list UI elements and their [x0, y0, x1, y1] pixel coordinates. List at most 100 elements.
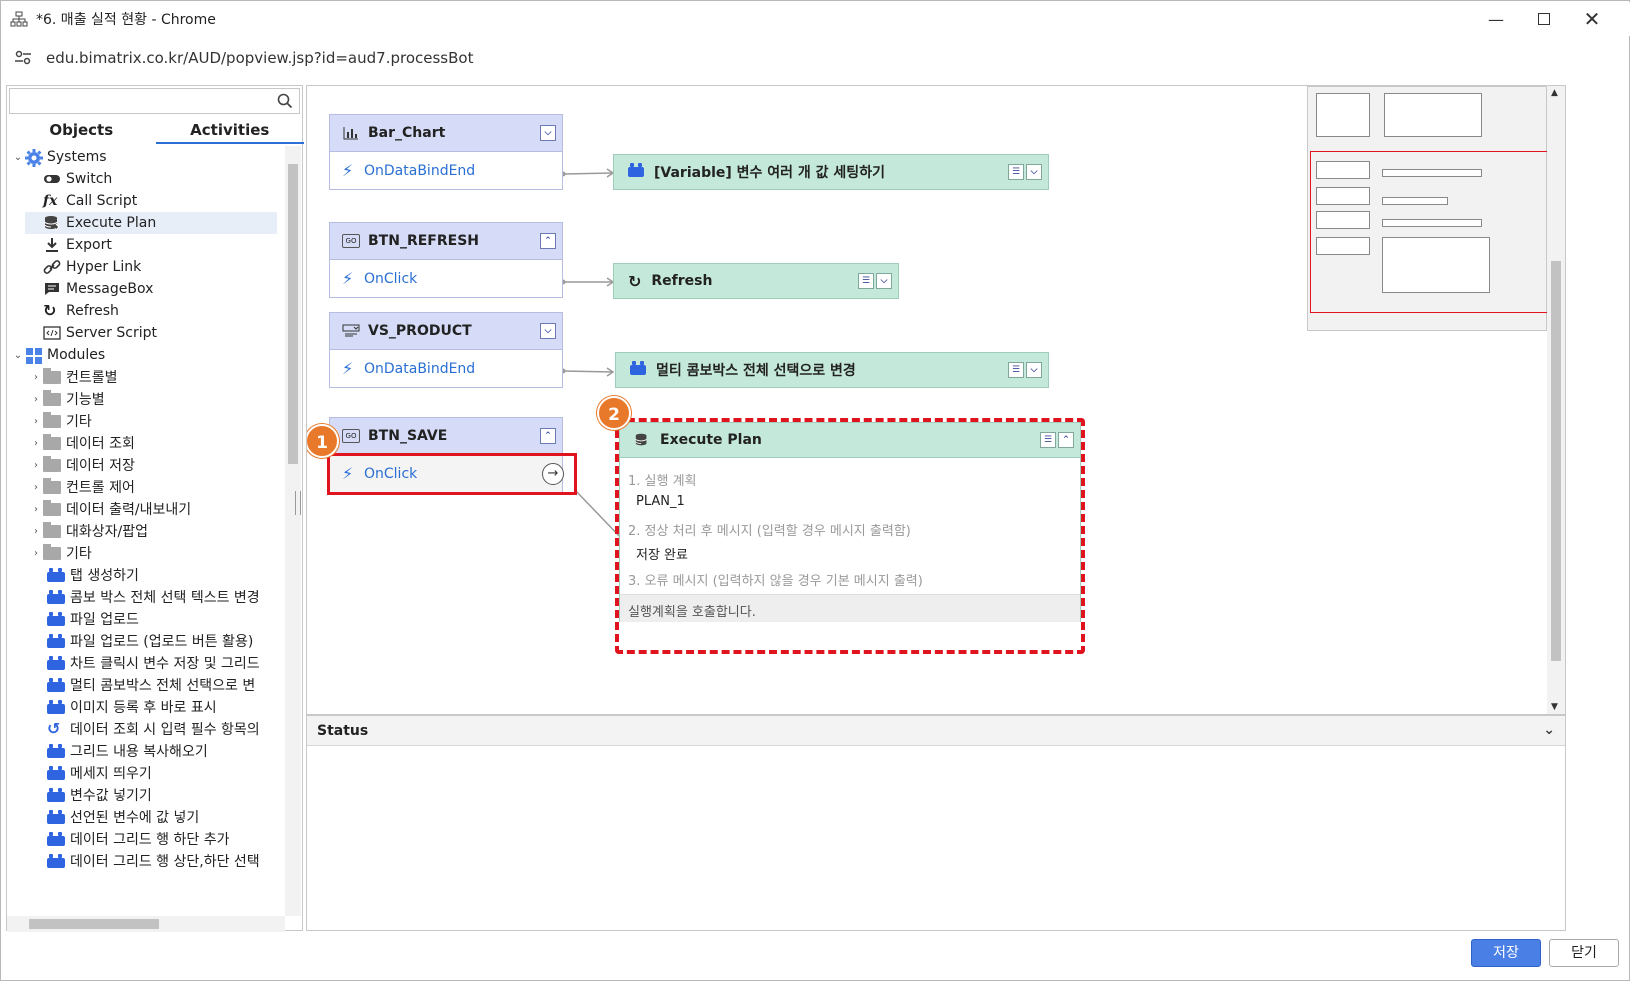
tree-label: Server Script	[66, 325, 157, 341]
tree-module[interactable]: 선언된 변수에 값 넣기	[47, 806, 199, 828]
tree-module[interactable]: 파일 업로드 (업로드 버튼 활용)	[47, 630, 253, 652]
tab-activities[interactable]: Activities	[155, 118, 304, 144]
tree-folder[interactable]: › 데이터 저장	[29, 454, 135, 476]
tree-module[interactable]: 탭 생성하기	[47, 564, 139, 586]
collapse-button[interactable]: ⌵	[540, 125, 556, 141]
tree-item-messagebox[interactable]: MessageBox	[43, 278, 153, 300]
tree-item-refresh[interactable]: ↻ Refresh	[43, 300, 119, 322]
action-node-variable[interactable]: [Variable] 변수 여러 개 값 세팅하기 ☰ ⌵	[613, 154, 1049, 190]
scroll-down-icon[interactable]: ▼	[1551, 702, 1558, 712]
tree-item-call-script[interactable]: fx Call Script	[43, 190, 137, 212]
list-icon[interactable]: ☰	[1008, 362, 1024, 378]
tree-folder[interactable]: › 기능별	[29, 388, 105, 410]
chevron-right-icon[interactable]: ›	[29, 460, 43, 471]
chevron-down-icon: ⌵	[544, 128, 552, 138]
chevron-right-icon[interactable]: ›	[29, 504, 43, 515]
tree-label: 컨트롤별	[66, 370, 118, 386]
event-row[interactable]: ⚡︎ OnDataBindEnd	[329, 152, 563, 190]
tree-module[interactable]: 콤보 박스 전체 선택 텍스트 변경	[47, 586, 260, 608]
control-node-btn-refresh[interactable]: GO BTN_REFRESH ⌃	[329, 222, 563, 260]
tree-module[interactable]: 데이터 그리드 행 하단 추가	[47, 828, 229, 850]
chevron-right-icon[interactable]: ›	[29, 394, 43, 405]
tree-horizontal-scrollbar[interactable]	[7, 916, 285, 932]
minimap[interactable]	[1307, 86, 1548, 331]
url-text[interactable]: edu.bimatrix.co.kr/AUD/popview.jsp?id=au…	[46, 49, 473, 67]
list-icon[interactable]: ☰	[1008, 164, 1024, 180]
chevron-down-icon[interactable]: ⌄	[1543, 722, 1555, 738]
code-icon	[43, 325, 61, 341]
tree-item-hyper-link[interactable]: Hyper Link	[43, 256, 141, 278]
search-icon[interactable]	[277, 93, 293, 109]
tree-item-server-script[interactable]: Server Script	[43, 322, 157, 344]
chevron-right-icon[interactable]: ›	[29, 416, 43, 427]
search-input[interactable]	[9, 88, 300, 114]
canvas-vertical-scrollbar[interactable]: ▲ ▼	[1547, 86, 1565, 714]
event-row[interactable]: ⚡︎ OnDataBindEnd	[329, 350, 563, 388]
chevron-down-icon: ⌵	[544, 326, 552, 336]
control-node-bar-chart[interactable]: Bar_Chart ⌵	[329, 114, 563, 152]
tab-objects[interactable]: Objects	[7, 118, 156, 144]
collapse-button[interactable]: ⌃	[540, 233, 556, 249]
chevron-right-icon[interactable]: ›	[29, 526, 43, 537]
tree-folder[interactable]: › 데이터 조회	[29, 432, 135, 454]
chevron-down-icon[interactable]: ⌄	[11, 152, 25, 163]
status-header[interactable]: Status ⌄	[307, 716, 1565, 746]
tree-module[interactable]: 변수값 넣기기	[47, 784, 152, 806]
action-node-refresh[interactable]: ↻ Refresh ☰ ⌵	[613, 263, 899, 299]
tree-node-modules[interactable]: ⌄ Modules	[11, 344, 105, 366]
chevron-down-icon[interactable]: ⌄	[11, 350, 25, 361]
collapse-button[interactable]: ⌵	[540, 323, 556, 339]
address-bar[interactable]: edu.bimatrix.co.kr/AUD/popview.jsp?id=au…	[2, 39, 1630, 77]
chevron-down-icon[interactable]: ⌵	[1026, 362, 1042, 378]
tree-module[interactable]: 차트 클릭시 변수 저장 및 그리드	[47, 652, 260, 674]
tree-module[interactable]: 이미지 등록 후 바로 표시	[47, 696, 217, 718]
tree-folder[interactable]: › 기타	[29, 542, 92, 564]
list-icon[interactable]: ☰	[858, 273, 874, 289]
tree-item-execute-plan[interactable]: Execute Plan	[25, 212, 277, 234]
scroll-up-icon[interactable]: ▲	[1551, 88, 1558, 98]
scrollbar-thumb[interactable]	[288, 164, 298, 464]
window-title: *6. 매출 실적 현황 - Chrome	[36, 12, 216, 28]
site-settings-icon[interactable]	[14, 50, 32, 66]
minimize-button[interactable]: —	[1472, 2, 1520, 36]
tree-label: Export	[66, 237, 112, 253]
tree-vertical-scrollbar[interactable]	[285, 146, 301, 916]
tree-folder[interactable]: › 컨트롤 제어	[29, 476, 135, 498]
tree-item-switch[interactable]: Switch	[43, 168, 112, 190]
action-node-multi-combo[interactable]: 멀티 콤보박스 전체 선택으로 변경 ☰ ⌵	[615, 352, 1049, 388]
chevron-right-icon[interactable]: ›	[29, 548, 43, 559]
event-row[interactable]: ⚡︎ OnClick	[329, 260, 563, 298]
save-button[interactable]: 저장	[1471, 939, 1541, 967]
scrollbar-thumb[interactable]	[29, 919, 159, 929]
close-window-button[interactable]: ✕	[1568, 2, 1616, 36]
chevron-right-icon[interactable]: ›	[29, 438, 43, 449]
tree-folder[interactable]: › 기타	[29, 410, 92, 432]
control-node-btn-save[interactable]: GO BTN_SAVE ⌃	[329, 417, 563, 455]
tree-folder[interactable]: › 데이터 출력/내보내기	[29, 498, 191, 520]
tree-module[interactable]: 멀티 콤보박스 전체 선택으로 변	[47, 674, 255, 696]
close-button[interactable]: 닫기	[1549, 939, 1619, 967]
minimap-viewport[interactable]	[1310, 151, 1548, 313]
control-node-vs-product[interactable]: VS_PRODUCT ⌵	[329, 312, 563, 350]
tree-folder[interactable]: › 컨트롤별	[29, 366, 118, 388]
module-block-icon	[47, 766, 65, 780]
maximize-button[interactable]	[1520, 2, 1568, 36]
scrollbar-thumb[interactable]	[1551, 261, 1561, 661]
tree-module[interactable]: 그리드 내용 복사해오기	[47, 740, 208, 762]
download-icon	[43, 237, 61, 253]
tree-module[interactable]: 파일 업로드	[47, 608, 139, 630]
tree-module[interactable]: ↺ 데이터 조회 시 입력 필수 항목의	[47, 718, 260, 740]
tree-node-systems[interactable]: ⌄ Systems	[11, 146, 107, 168]
tree-folder[interactable]: › 대화상자/팝업	[29, 520, 148, 542]
collapse-button[interactable]: ⌃	[540, 428, 556, 444]
tree-item-export[interactable]: Export	[43, 234, 112, 256]
module-block-icon	[47, 568, 65, 582]
flow-canvas[interactable]: Bar_Chart ⌵ ⚡︎ OnDataBindEnd GO BTN_REFR…	[306, 85, 1566, 715]
chevron-down-icon[interactable]: ⌵	[876, 273, 892, 289]
tree-module[interactable]: 데이터 그리드 행 상단,하단 선택	[47, 850, 260, 872]
panel-splitter[interactable]	[295, 491, 301, 515]
chevron-right-icon[interactable]: ›	[29, 372, 43, 383]
chevron-right-icon[interactable]: ›	[29, 482, 43, 493]
chevron-down-icon[interactable]: ⌵	[1026, 164, 1042, 180]
tree-module[interactable]: 메세지 띄우기	[47, 762, 152, 784]
